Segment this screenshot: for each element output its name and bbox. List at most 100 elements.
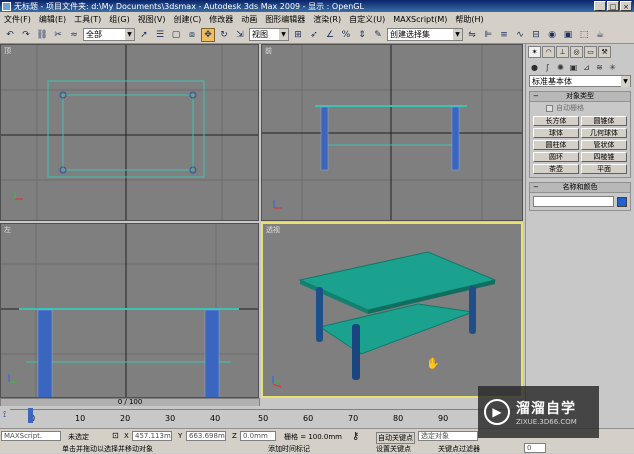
viewport-label-top[interactable]: 顶 [4, 46, 11, 56]
rect-region-icon[interactable]: ▢ [169, 28, 183, 42]
viewport-front[interactable]: 前 [261, 44, 523, 221]
viewport-left[interactable]: 左 [0, 223, 259, 398]
space-warps-icon[interactable]: ≋ [594, 62, 605, 73]
sphere-button[interactable]: 球体 [533, 128, 579, 138]
selected-object-dropdown[interactable]: 选定对象 [418, 431, 478, 441]
mirror-icon[interactable]: ⇋ [465, 28, 479, 42]
lights-icon[interactable]: ✺ [555, 62, 566, 73]
table-leg[interactable] [37, 309, 53, 398]
cylinder-button[interactable]: 圆柱体 [533, 140, 579, 150]
torus-button[interactable]: 圆环 [533, 152, 579, 162]
shelf-outline[interactable] [62, 94, 194, 171]
viewport-label-perspective[interactable]: 透视 [266, 225, 280, 235]
key-icon[interactable]: ⚷ [352, 431, 359, 442]
utilities-tab-icon[interactable]: ⚒ [598, 46, 611, 58]
create-tab-icon[interactable]: ✶ [528, 46, 541, 58]
render-setup-icon[interactable]: ▣ [561, 28, 575, 42]
box-button[interactable]: 长方体 [533, 116, 579, 126]
menu-group[interactable]: 组(G) [109, 14, 129, 25]
viewport-label-front[interactable]: 前 [265, 46, 272, 56]
cameras-icon[interactable]: ▣ [568, 62, 579, 73]
percent-snap-icon[interactable]: % [339, 28, 353, 42]
select-icon[interactable]: ➚ [137, 28, 151, 42]
select-by-name-icon[interactable]: ☰ [153, 28, 167, 42]
table-leg[interactable] [352, 324, 360, 380]
move-icon[interactable]: ✥ [201, 27, 215, 42]
bind-icon[interactable]: ≈ [67, 28, 81, 42]
teapot-button[interactable]: 茶壶 [533, 164, 579, 174]
align-icon[interactable]: ⊫ [481, 28, 495, 42]
viewport-top[interactable]: 顶 [0, 44, 259, 221]
material-editor-icon[interactable]: ◉ [545, 28, 559, 42]
current-frame-field[interactable]: 0 [524, 443, 546, 453]
render-frame-icon[interactable]: ⬚ [577, 28, 591, 42]
window-crossing-icon[interactable]: ⧈ [185, 28, 199, 42]
close-button[interactable]: × [620, 1, 632, 11]
motion-tab-icon[interactable]: ◎ [570, 46, 583, 58]
timeline-toggle-icon[interactable]: ⟟ [3, 410, 6, 420]
cone-button[interactable]: 圆锥体 [581, 116, 627, 126]
minimize-button[interactable]: _ [594, 1, 606, 11]
schematic-icon[interactable]: ⊟ [529, 28, 543, 42]
spinner-snap-icon[interactable]: ⇕ [355, 28, 369, 42]
menu-file[interactable]: 文件(F) [4, 14, 31, 25]
lock-icon[interactable]: ⊡ [112, 431, 119, 440]
display-tab-icon[interactable]: ▭ [584, 46, 597, 58]
menu-edit[interactable]: 编辑(E) [39, 14, 66, 25]
auto-key-button[interactable]: 自动关键点 [376, 432, 415, 444]
maximize-button[interactable]: □ [607, 1, 619, 11]
tabletop[interactable] [298, 251, 497, 311]
object-name-field[interactable] [533, 196, 614, 207]
menu-graph-editors[interactable]: 图形编辑器 [265, 14, 305, 25]
menu-maxscript[interactable]: MAXScript(M) [393, 15, 447, 24]
geosphere-button[interactable]: 几何球体 [581, 128, 627, 138]
shelf[interactable] [318, 303, 474, 355]
helpers-icon[interactable]: ⊿ [581, 62, 592, 73]
shapes-icon[interactable]: ʃ [542, 62, 553, 73]
menu-create[interactable]: 创建(C) [173, 14, 201, 25]
unlink-icon[interactable]: ✂ [51, 28, 65, 42]
undo-icon[interactable]: ↶ [3, 28, 17, 42]
menu-tools[interactable]: 工具(T) [74, 14, 101, 25]
menu-rendering[interactable]: 渲染(R) [313, 14, 341, 25]
z-coordinate-field[interactable]: 0.0mm [240, 431, 276, 441]
snap-icon[interactable]: ➶ [307, 28, 321, 42]
table-leg[interactable] [451, 106, 460, 171]
rotate-icon[interactable]: ↻ [217, 28, 231, 42]
object-type-rollout-header[interactable]: − 对象类型 [530, 92, 630, 102]
object-color-swatch[interactable] [617, 196, 627, 207]
menu-modifiers[interactable]: 修改器 [209, 14, 233, 25]
table-leg[interactable] [320, 106, 329, 171]
link-icon[interactable]: ⛓ [35, 28, 49, 42]
table-leg[interactable] [469, 286, 476, 334]
curve-editor-icon[interactable]: ∿ [513, 28, 527, 42]
table-leg[interactable] [204, 309, 220, 398]
edit-named-icon[interactable]: ✎ [371, 28, 385, 42]
named-selection-dropdown[interactable]: 创建选择集 ▼ [387, 28, 463, 41]
angle-snap-icon[interactable]: ∠ [323, 28, 337, 42]
x-coordinate-field[interactable]: 457.113m [132, 431, 172, 441]
geometry-icon[interactable]: ● [529, 62, 540, 73]
reference-coord-dropdown[interactable]: 视图 ▼ [249, 28, 289, 41]
redo-icon[interactable]: ↷ [19, 28, 33, 42]
name-color-rollout-header[interactable]: − 名称和颜色 [530, 183, 630, 193]
menu-animation[interactable]: 动画 [241, 14, 257, 25]
primitive-category-dropdown[interactable]: 标准基本体 ▼ [529, 75, 631, 87]
viewport-perspective[interactable]: ✋ 透视 [261, 222, 523, 398]
time-cursor[interactable] [28, 408, 33, 423]
autogrid-checkbox[interactable] [546, 104, 553, 112]
scale-icon[interactable]: ⇲ [233, 28, 247, 42]
table-leg[interactable] [316, 287, 323, 342]
pivot-icon[interactable]: ⊞ [291, 28, 305, 42]
layer-icon[interactable]: ≡ [497, 28, 511, 42]
menu-customize[interactable]: 自定义(U) [349, 14, 385, 25]
plane-button[interactable]: 平面 [581, 164, 627, 174]
timeline-track[interactable]: ⟟ 0 10 20 30 40 50 60 70 80 90 [0, 406, 524, 428]
systems-icon[interactable]: ✳ [607, 62, 618, 73]
maxscript-listener[interactable]: MAXScript. [1, 431, 61, 441]
hierarchy-tab-icon[interactable]: ⊥ [556, 46, 569, 58]
menu-view[interactable]: 视图(V) [138, 14, 166, 25]
selection-filter-dropdown[interactable]: 全部 ▼ [83, 28, 135, 41]
render-icon[interactable]: ☕ [593, 28, 607, 42]
modify-tab-icon[interactable]: ◠ [542, 46, 555, 58]
